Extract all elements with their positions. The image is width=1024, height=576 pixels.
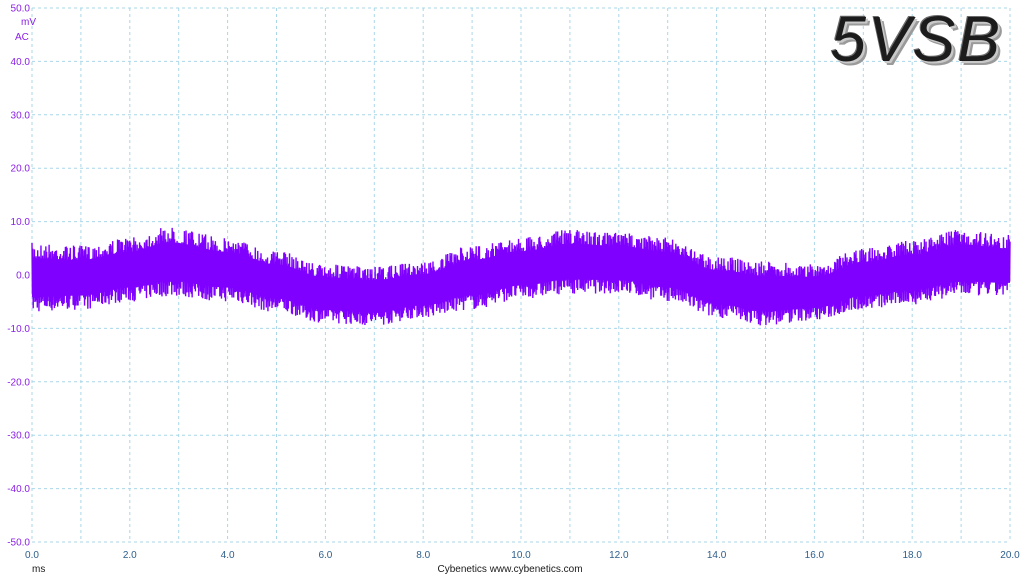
credit-text: Cybenetics www.cybenetics.com: [437, 564, 582, 575]
x-tick-label: 2.0: [123, 550, 137, 561]
x-tick-label: 8.0: [416, 550, 430, 561]
y-tick-label: -30.0: [7, 431, 30, 442]
x-axis-ticks: 0.0 2.0 4.0 6.0 8.0 10.0 12.0 14.0 16.0 18.0 20.0: [25, 550, 1020, 561]
y-tick-label: 20.0: [11, 164, 31, 175]
x-tick-label: 14.0: [707, 550, 727, 561]
y-axis-coupling-label: AC: [15, 32, 29, 43]
y-tick-label: 10.0: [11, 217, 31, 228]
x-tick-label: 18.0: [902, 550, 922, 561]
x-tick-label: 10.0: [511, 550, 531, 561]
y-tick-label: 50.0: [11, 4, 31, 15]
rail-title: 5VSB: [830, 3, 1002, 75]
x-tick-label: 0.0: [25, 550, 39, 561]
y-tick-label: 40.0: [11, 57, 31, 68]
x-tick-label: 16.0: [805, 550, 825, 561]
x-tick-label: 6.0: [318, 550, 332, 561]
y-tick-label: 0.0: [16, 271, 30, 282]
y-tick-label: -50.0: [7, 538, 30, 549]
x-axis-unit-label: ms: [32, 564, 45, 575]
x-tick-label: 12.0: [609, 550, 629, 561]
y-tick-label: 30.0: [11, 110, 31, 121]
y-axis-ticks: 50.0 40.0 30.0 20.0 10.0 0.0 -10.0 -20.0 -30.0 -4…: [7, 4, 30, 549]
y-tick-label: -40.0: [7, 484, 30, 495]
y-tick-label: -10.0: [7, 324, 30, 335]
y-axis-unit-label: mV: [21, 17, 36, 28]
y-tick-label: -20.0: [7, 377, 30, 388]
x-tick-label: 20.0: [1000, 550, 1020, 561]
ripple-chart: 50.0 40.0 30.0 20.0 10.0 0.0 -10.0 -20.0 -30.0 -4…: [7, 4, 1020, 576]
x-tick-label: 4.0: [221, 550, 235, 561]
